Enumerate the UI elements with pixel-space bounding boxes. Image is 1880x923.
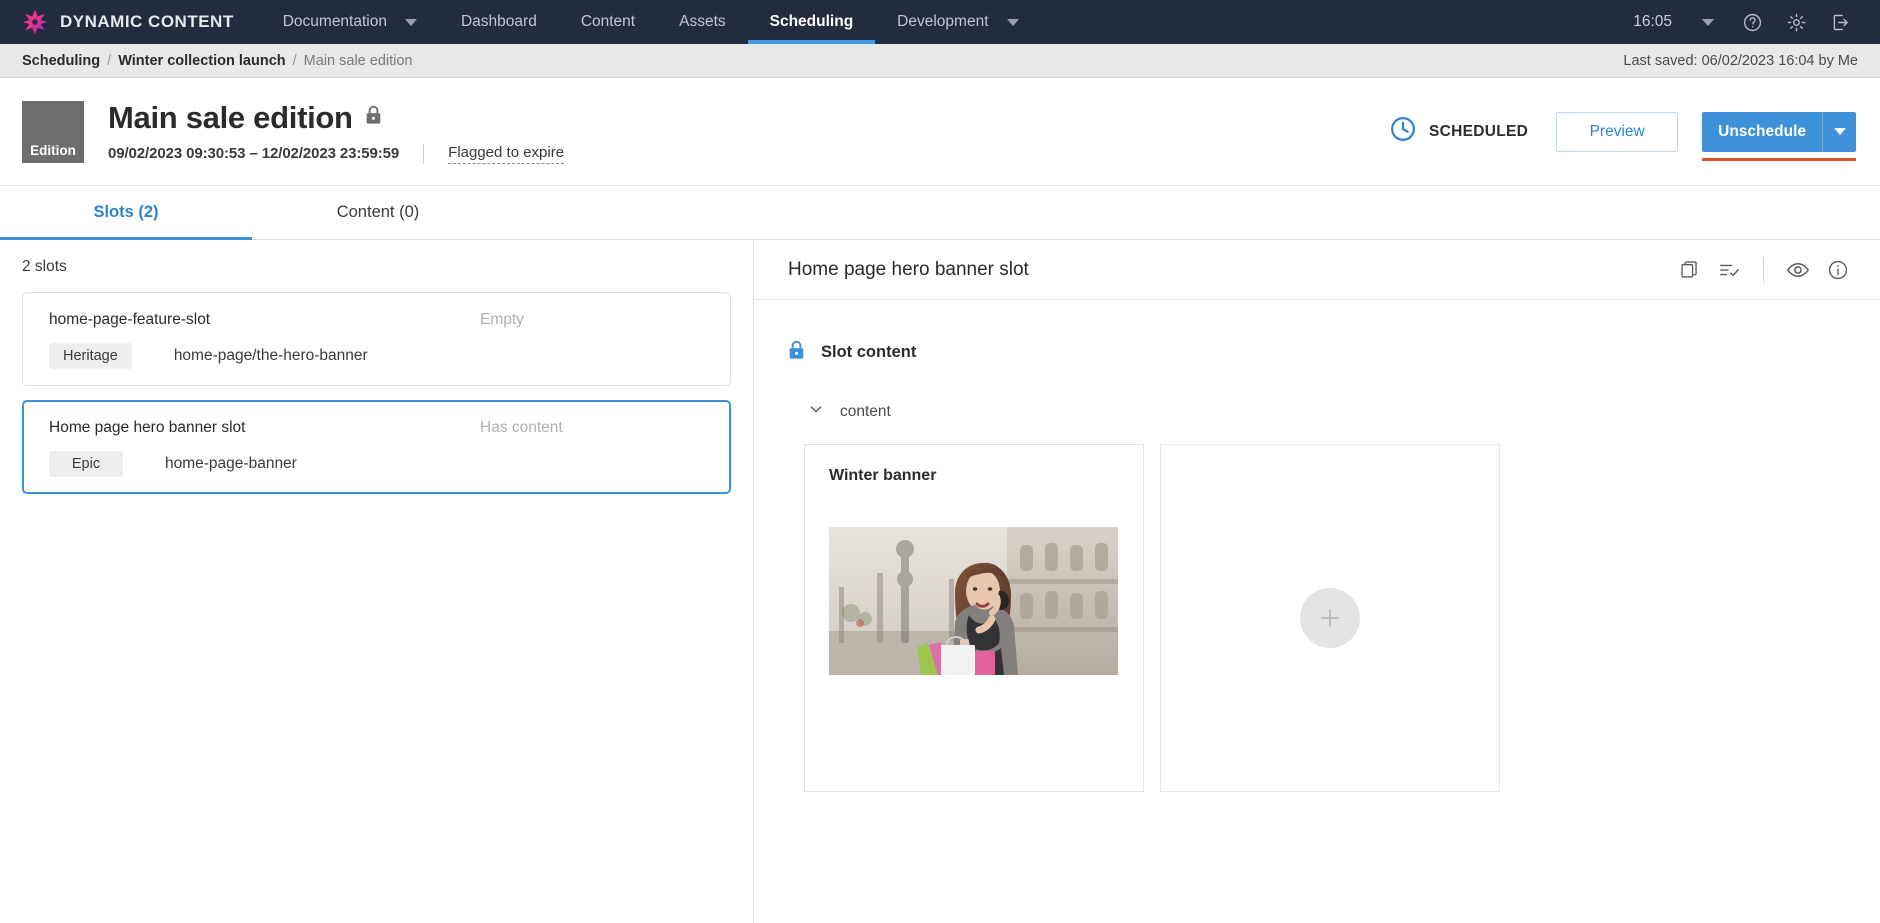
tab-label: Slots (2) xyxy=(93,203,159,221)
last-saved-label: Last saved: 06/02/2023 16:04 by Me xyxy=(1623,52,1858,69)
content-card-winter-banner[interactable]: Winter banner xyxy=(804,444,1144,792)
breadcrumb-item-event[interactable]: Winter collection launch xyxy=(118,53,285,69)
header-actions: SCHEDULED Preview Unschedule xyxy=(1389,111,1856,161)
nav-item-label: Assets xyxy=(679,13,726,30)
chevron-down-icon xyxy=(404,18,417,26)
slot-detail-toolbar xyxy=(1669,250,1858,290)
copy-icon[interactable] xyxy=(1669,250,1709,290)
time-dropdown-caret[interactable] xyxy=(1686,0,1730,44)
nav-item-label: Dashboard xyxy=(460,13,537,30)
preview-button[interactable]: Preview xyxy=(1556,111,1679,152)
nav-item-label: Content xyxy=(580,13,636,30)
nav-item-label: Documentation xyxy=(282,13,387,30)
plus-icon xyxy=(1300,588,1360,648)
tab-slots[interactable]: Slots (2) xyxy=(0,186,252,240)
slot-name: Home page hero banner slot xyxy=(49,419,246,436)
chevron-down-icon xyxy=(1833,128,1846,135)
clock-time-label: 16:05 xyxy=(1633,13,1672,30)
tab-content[interactable]: Content (0) xyxy=(252,186,504,239)
slot-list: home-page-feature-slot Empty Heritage ho… xyxy=(0,292,753,508)
slot-detail-title: Home page hero banner slot xyxy=(788,258,1029,280)
status-label: SCHEDULED xyxy=(1428,122,1529,140)
slot-tag: Heritage xyxy=(49,343,132,369)
nav-item-content[interactable]: Content xyxy=(559,0,657,44)
active-action-underline xyxy=(1702,157,1856,161)
slot-detail-header: Home page hero banner slot xyxy=(754,240,1880,300)
slot-detail-pane: Home page hero banner slot Slot content … xyxy=(754,240,1880,923)
slot-card-bottom: Heritage home-page/the-hero-banner xyxy=(49,343,708,369)
slot-card-top: Home page hero banner slot Has content xyxy=(49,419,708,437)
info-icon[interactable] xyxy=(1818,250,1858,290)
list-check-icon[interactable] xyxy=(1709,250,1749,290)
gear-icon[interactable] xyxy=(1774,0,1818,44)
slot-content-label: Slot content xyxy=(821,343,917,361)
toolbar-divider xyxy=(1763,256,1764,283)
status-badge: SCHEDULED xyxy=(1389,115,1528,148)
slot-path: home-page-banner xyxy=(165,455,297,472)
slot-card-top: home-page-feature-slot Empty xyxy=(49,311,708,329)
chevron-down-icon xyxy=(808,401,824,422)
unschedule-split-button: Unschedule xyxy=(1702,111,1856,161)
slot-card-hero-banner[interactable]: Home page hero banner slot Has content E… xyxy=(22,400,731,494)
slot-path: home-page/the-hero-banner xyxy=(173,347,368,364)
nav-item-assets[interactable]: Assets xyxy=(657,0,748,44)
breadcrumb-item-scheduling[interactable]: Scheduling xyxy=(22,53,100,69)
chevron-down-icon xyxy=(1006,18,1019,26)
meta-row: 09/02/2023 09:30:53 – 12/02/2023 23:59:5… xyxy=(108,143,565,164)
title-row: Main sale edition xyxy=(108,100,564,136)
content-thumbnail-image xyxy=(829,527,1118,675)
slots-count-label: 2 slots xyxy=(22,258,67,275)
page-header: Edition Main sale edition 09/02/2023 09:… xyxy=(0,78,1880,186)
unschedule-dropdown-button[interactable] xyxy=(1822,111,1856,152)
content-card-grid: Winter banner xyxy=(804,444,1880,792)
chevron-down-icon xyxy=(1702,18,1714,26)
main-split-view: 2 slots home-page-feature-slot Empty Her… xyxy=(0,240,1880,923)
add-content-card[interactable] xyxy=(1160,444,1500,792)
nav-item-documentation[interactable]: Documentation xyxy=(261,0,439,44)
help-icon[interactable] xyxy=(1730,0,1774,44)
lock-icon xyxy=(365,105,382,130)
title-block: Main sale edition 09/02/2023 09:30:53 – … xyxy=(108,100,565,164)
nav-items: Documentation Dashboard Content Assets S… xyxy=(261,0,1041,44)
slot-content-heading: Slot content xyxy=(788,340,1880,365)
content-group-toggle[interactable]: content xyxy=(808,401,1880,422)
edition-badge-label: Edition xyxy=(30,142,76,158)
eye-icon[interactable] xyxy=(1778,250,1818,290)
edition-type-badge: Edition xyxy=(22,100,84,163)
brand-logo-group[interactable]: DYNAMIC CONTENT xyxy=(0,0,261,44)
content-card-title: Winter banner xyxy=(829,467,937,484)
flagged-to-expire-link[interactable]: Flagged to expire xyxy=(448,144,565,164)
slot-detail-body: Slot content content Winter banner xyxy=(754,300,1880,792)
breadcrumb-item-edition: Main sale edition xyxy=(303,52,413,69)
tab-label: Content (0) xyxy=(336,203,420,221)
brand-title: DYNAMIC CONTENT xyxy=(60,12,234,31)
date-range-label: 09/02/2023 09:30:53 – 12/02/2023 23:59:5… xyxy=(108,145,400,162)
content-group-label: content xyxy=(840,402,891,420)
clock-icon xyxy=(1389,115,1417,148)
nav-item-dashboard[interactable]: Dashboard xyxy=(439,0,559,44)
slot-card-feature[interactable]: home-page-feature-slot Empty Heritage ho… xyxy=(22,292,731,386)
slot-state: Has content xyxy=(480,419,563,436)
dynamic-content-logo-icon xyxy=(22,9,48,35)
top-navigation-bar: DYNAMIC CONTENT Documentation Dashboard … xyxy=(0,0,1880,44)
slot-card-bottom: Epic home-page-banner xyxy=(49,451,708,477)
nav-item-label: Scheduling xyxy=(769,13,854,30)
nav-item-label: Development xyxy=(897,13,989,30)
breadcrumb-bar: Scheduling / Winter collection launch / … xyxy=(0,44,1880,78)
meta-divider xyxy=(423,143,425,164)
slot-state: Empty xyxy=(480,311,524,328)
nav-item-development[interactable]: Development xyxy=(875,0,1040,44)
nav-right-group: 16:05 xyxy=(1633,0,1880,44)
slot-name: home-page-feature-slot xyxy=(49,311,211,328)
breadcrumb-separator: / xyxy=(292,52,297,69)
slot-tag: Epic xyxy=(49,451,123,477)
logout-icon[interactable] xyxy=(1818,0,1862,44)
slots-list-pane: 2 slots home-page-feature-slot Empty Her… xyxy=(0,240,754,923)
nav-item-scheduling[interactable]: Scheduling xyxy=(747,0,876,44)
unschedule-button[interactable]: Unschedule xyxy=(1702,111,1822,152)
breadcrumb-separator: / xyxy=(107,52,112,69)
tab-bar: Slots (2) Content (0) xyxy=(0,186,1880,240)
page-title: Main sale edition xyxy=(108,99,353,135)
lock-icon xyxy=(788,340,805,365)
